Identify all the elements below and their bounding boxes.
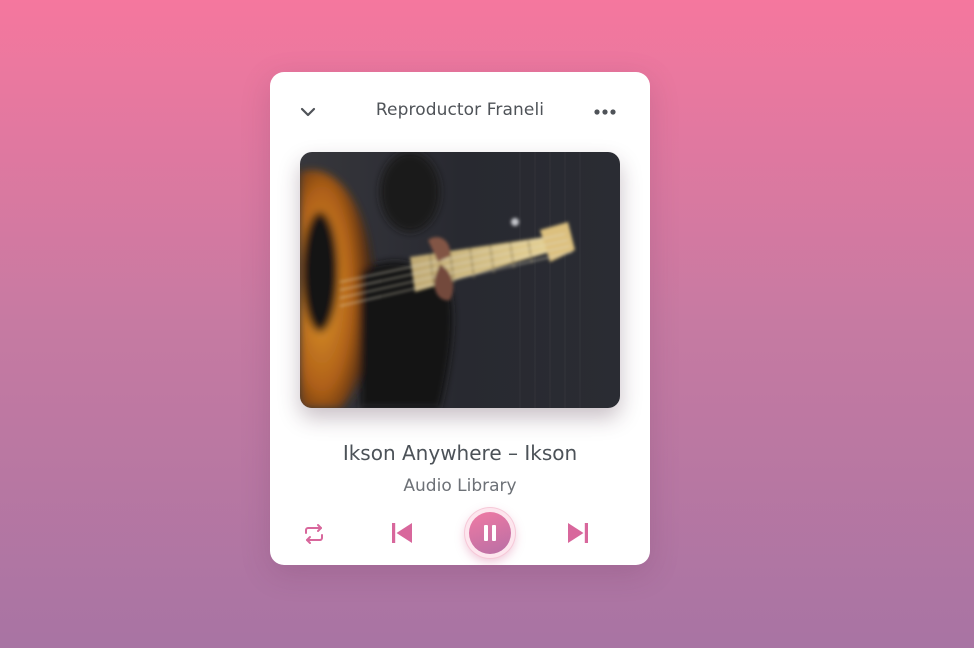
play-pause-button-inner	[469, 512, 511, 554]
collapse-button[interactable]	[295, 99, 321, 125]
more-options-button[interactable]	[592, 99, 618, 125]
chevron-down-icon	[300, 107, 316, 117]
song-title: Ikson Anywhere – Ikson	[342, 441, 578, 465]
more-horizontal-icon	[594, 109, 616, 115]
repeat-button[interactable]	[301, 521, 327, 547]
player-title: Reproductor Franeli	[375, 100, 545, 120]
skip-previous-icon	[392, 523, 412, 543]
repeat-icon	[305, 524, 323, 544]
player-header: Reproductor Franeli	[270, 72, 650, 152]
pause-icon	[484, 525, 496, 541]
play-pause-button[interactable]	[465, 508, 515, 558]
previous-track-button[interactable]	[388, 519, 416, 547]
next-track-button[interactable]	[564, 519, 592, 547]
skip-next-icon	[568, 523, 588, 543]
music-player-card: Reproductor Franeli Ikson Anywhere – Iks…	[270, 72, 650, 565]
playback-controls	[270, 506, 650, 560]
album-cover-image	[300, 152, 620, 408]
artist-name: Audio Library	[403, 476, 517, 496]
